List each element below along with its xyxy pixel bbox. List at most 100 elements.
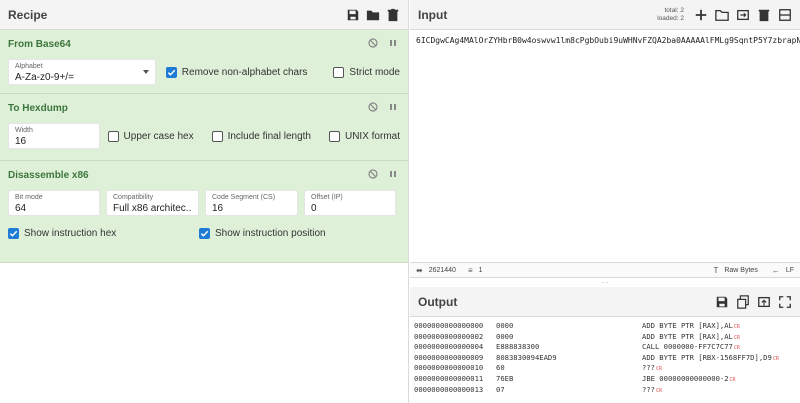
replace-input-icon[interactable] bbox=[757, 295, 771, 309]
line-instruction: ??? bbox=[642, 384, 655, 394]
carriage-return-icon: CR bbox=[655, 366, 663, 373]
unix-format-label: UNIX format bbox=[344, 130, 400, 142]
save-output-icon[interactable] bbox=[715, 295, 729, 309]
line-hex: E888838300 bbox=[496, 342, 540, 352]
input-lines: 1 bbox=[478, 266, 483, 274]
add-tab-icon[interactable] bbox=[694, 8, 708, 22]
code-segment-input[interactable]: Code Segment (CS) 16 bbox=[205, 190, 298, 216]
checkbox-unchecked-icon bbox=[328, 130, 340, 142]
show-instruction-position-label: Show instruction position bbox=[215, 228, 326, 239]
line-address: 0000000000000011 bbox=[414, 373, 484, 383]
recipe-header: Recipe bbox=[0, 0, 408, 30]
offset-input[interactable]: Offset (IP) 0 bbox=[304, 190, 396, 216]
line-address: 0000000000000004 bbox=[414, 342, 484, 352]
show-instruction-hex-label: Show instruction hex bbox=[24, 228, 117, 239]
recipe-pane: Recipe From Base64 Alphabet A-Za-z0-9+/= bbox=[0, 0, 409, 403]
lines-icon: ≡ bbox=[467, 265, 473, 275]
op-to-hexdump[interactable]: To Hexdump Width 16 Upper case hex Inclu… bbox=[0, 94, 408, 161]
carriage-return-icon: CR bbox=[733, 324, 740, 330]
checkbox-checked-icon bbox=[199, 228, 210, 239]
carriage-return-icon: CR bbox=[733, 334, 740, 341]
compatibility-label: Compatibility bbox=[113, 194, 154, 201]
checkbox-unchecked-icon bbox=[211, 130, 223, 142]
clear-recipe-trash-icon[interactable] bbox=[386, 8, 400, 22]
line-instruction: JBE 00000000000000-2 bbox=[642, 373, 729, 383]
output-title: Output bbox=[418, 294, 458, 309]
output-text[interactable]: 0000000000000000 0000 ADD BYTE PTR [RAX],A… bbox=[410, 317, 800, 399]
disable-op-icon[interactable] bbox=[368, 169, 378, 179]
disable-op-icon[interactable] bbox=[368, 102, 378, 112]
bit-mode-select[interactable]: Bit mode 64 bbox=[8, 190, 100, 216]
line-address: 0000000000000002 bbox=[414, 331, 484, 341]
checkbox-checked-icon bbox=[8, 228, 19, 239]
copy-output-icon[interactable] bbox=[736, 294, 750, 309]
unix-format-checkbox[interactable]: UNIX format bbox=[328, 130, 400, 142]
input-counts: total: 2 loaded: 2 bbox=[657, 7, 684, 23]
line-instruction: ADD BYTE PTR [RAX],AL bbox=[642, 321, 733, 330]
line-instruction: CALL 0000000-FF7C7C77 bbox=[642, 342, 733, 352]
alphabet-select[interactable]: Alphabet A-Za-z0-9+/= bbox=[8, 59, 156, 85]
compatibility-select[interactable]: Compatibility Full x86 architec... bbox=[106, 190, 199, 216]
carriage-return-icon: CR bbox=[772, 355, 779, 362]
output-line: 0000000000000009 8083830094EAD9 ADD BYTE P… bbox=[414, 353, 796, 364]
eol-arrow-icon[interactable]: ← bbox=[772, 266, 780, 275]
remove-nonalpha-label: Remove non-alphabet chars bbox=[181, 66, 308, 78]
maximize-icon[interactable] bbox=[778, 295, 792, 309]
pause-op-icon[interactable] bbox=[388, 102, 398, 112]
line-address: 0000000000000000 bbox=[414, 321, 484, 330]
output-line: 0000000000000000 0000 ADD BYTE PTR [RAX],A… bbox=[414, 321, 796, 332]
code-segment-value: 16 bbox=[212, 203, 224, 214]
remove-nonalpha-checkbox[interactable]: Remove non-alphabet chars bbox=[165, 66, 308, 78]
io-pane: Input total: 2 loaded: 2 6ICDgwCAg4MAlOr… bbox=[410, 0, 800, 403]
load-recipe-folder-icon[interactable] bbox=[366, 8, 380, 22]
text-encoding-icon[interactable]: T bbox=[713, 266, 718, 275]
input-length: 2621440 bbox=[428, 266, 456, 274]
width-input[interactable]: Width 16 bbox=[8, 123, 100, 149]
alphabet-label: Alphabet bbox=[15, 63, 43, 70]
output-line: 0000000000000013 07 ???CR bbox=[414, 385, 796, 396]
carriage-return-icon: CR bbox=[655, 387, 663, 394]
raw-bytes-label[interactable]: Raw Bytes bbox=[724, 267, 757, 274]
line-address: 0000000000000010 bbox=[414, 363, 484, 373]
eol-label[interactable]: LF bbox=[786, 267, 794, 274]
bit-mode-label: Bit mode bbox=[15, 194, 43, 201]
show-instruction-position-checkbox[interactable]: Show instruction position bbox=[199, 228, 326, 239]
op-disassemble-x86[interactable]: Disassemble x86 Bit mode 64 Compatibilit… bbox=[0, 161, 408, 263]
open-folder-icon[interactable] bbox=[715, 8, 729, 22]
chevron-down-icon bbox=[142, 70, 149, 74]
carriage-return-icon: CR bbox=[733, 345, 740, 352]
line-hex: 0000 bbox=[496, 331, 514, 341]
total-value: 2 bbox=[680, 6, 684, 14]
line-instruction: ADD BYTE PTR [RBX-1568FF7D],D9 bbox=[642, 352, 772, 362]
pane-splitter[interactable]: … bbox=[410, 277, 800, 287]
open-file-icon[interactable] bbox=[736, 8, 750, 22]
save-recipe-icon[interactable] bbox=[346, 8, 360, 22]
layout-grid-icon[interactable] bbox=[778, 8, 792, 22]
line-hex: 8083830094EAD9 bbox=[496, 352, 557, 362]
checkbox-unchecked-icon bbox=[333, 66, 345, 78]
loaded-label: loaded: bbox=[657, 14, 679, 22]
disable-op-icon[interactable] bbox=[368, 38, 378, 48]
include-final-length-checkbox[interactable]: Include final length bbox=[211, 130, 311, 142]
input-title: Input bbox=[418, 7, 448, 22]
pause-op-icon[interactable] bbox=[388, 38, 398, 48]
clear-input-trash-icon[interactable] bbox=[757, 8, 771, 22]
strict-mode-label: Strict mode bbox=[349, 66, 400, 78]
checkbox-checked-icon bbox=[165, 66, 177, 78]
show-instruction-hex-checkbox[interactable]: Show instruction hex bbox=[8, 228, 199, 239]
upper-case-hex-checkbox[interactable]: Upper case hex bbox=[107, 130, 194, 142]
loaded-value: 2 bbox=[680, 14, 684, 22]
offset-value: 0 bbox=[311, 203, 317, 214]
op-from-base64[interactable]: From Base64 Alphabet A-Za-z0-9+/= Remove… bbox=[0, 30, 408, 94]
pause-op-icon[interactable] bbox=[388, 169, 398, 179]
input-textarea[interactable]: 6ICDgwCAg4MAlOrZYHbrB0w4oswvw1lm8cPgbOub… bbox=[410, 30, 800, 262]
line-hex: 0000 bbox=[496, 321, 514, 330]
line-hex: 60 bbox=[496, 363, 505, 373]
strict-mode-checkbox[interactable]: Strict mode bbox=[333, 66, 400, 78]
recipe-title: Recipe bbox=[8, 7, 48, 22]
output-line: 0000000000000011 76EB JBE 00000000000000-2… bbox=[414, 374, 796, 385]
output-line: 0000000000000002 0000 ADD BYTE PTR [RAX],A… bbox=[414, 332, 796, 343]
output-line: 0000000000000010 60 ???CR bbox=[414, 363, 796, 374]
output-line: 0000000000000004 E888838300 CALL 0000000-F… bbox=[414, 342, 796, 353]
offset-label: Offset (IP) bbox=[311, 194, 343, 201]
